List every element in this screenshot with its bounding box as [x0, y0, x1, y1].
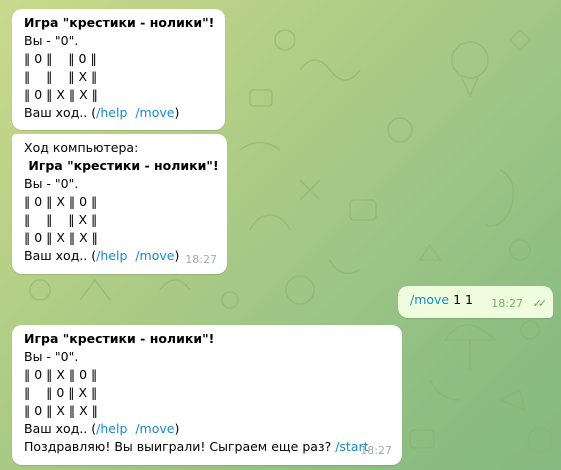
board-row: ‖ 0 ‖ X ‖ 0 ‖ — [24, 367, 98, 382]
message-timestamp: 18:27 — [185, 253, 217, 266]
board-row: ‖ 0 ‖ X ‖ X ‖ — [24, 87, 98, 102]
message-timestamp: 18:27 — [491, 297, 523, 310]
prompt-line: Ваш ход.. (/help /move) — [24, 421, 180, 436]
message-bubble-incoming-2: Ход компьютера: Игра "крестики - нолики"… — [12, 134, 227, 274]
message-text: Ход компьютера: — [24, 140, 139, 155]
board-row: ‖ ‖ 0 ‖ X ‖ — [24, 385, 98, 400]
message-text: Игра "крестики - нолики"! — [24, 15, 215, 30]
board-row: ‖ 0 ‖ X ‖ 0 ‖ — [24, 194, 98, 209]
win-line: Поздравляю! Вы выиграли! Сыграем еще раз… — [24, 439, 369, 454]
move-command-link[interactable]: /move — [410, 292, 449, 307]
move-command-link[interactable]: /move — [135, 105, 174, 120]
message-text: Вы - "0". — [24, 349, 79, 364]
message-bubble-incoming-1: Игра "крестики - нолики"! Вы - "0". ‖ 0 … — [12, 9, 225, 130]
board-row: ‖ 0 ‖ ‖ 0 ‖ — [24, 51, 97, 66]
board-row: ‖ ‖ ‖ X ‖ — [24, 212, 98, 227]
help-command-link[interactable]: /help — [96, 248, 127, 263]
message-timestamp: 18:27 — [360, 444, 392, 457]
prompt-line: Ваш ход.. (/help /move) — [24, 105, 180, 120]
move-command-link[interactable]: /move — [135, 421, 174, 436]
help-command-link[interactable]: /help — [96, 421, 127, 436]
message-text: Игра "крестики - нолики"! — [24, 158, 219, 173]
help-command-link[interactable]: /help — [96, 105, 127, 120]
board-row: ‖ ‖ ‖ X ‖ — [24, 69, 98, 84]
read-checkmarks-icon: ✓✓ — [532, 297, 548, 310]
board-row: ‖ 0 ‖ X ‖ X ‖ — [24, 403, 98, 418]
message-text: Вы - "0". — [24, 33, 79, 48]
message-bubble-outgoing: /move 1 1 18:27 ✓✓ — [398, 286, 553, 318]
move-command-link[interactable]: /move — [135, 248, 174, 263]
board-row: ‖ 0 ‖ X ‖ X ‖ — [24, 230, 98, 245]
message-text: Игра "крестики - нолики"! — [24, 331, 215, 346]
message-text: Вы - "0". — [24, 176, 79, 191]
message-bubble-incoming-3: Игра "крестики - нолики"! Вы - "0". ‖ 0 … — [12, 325, 402, 465]
